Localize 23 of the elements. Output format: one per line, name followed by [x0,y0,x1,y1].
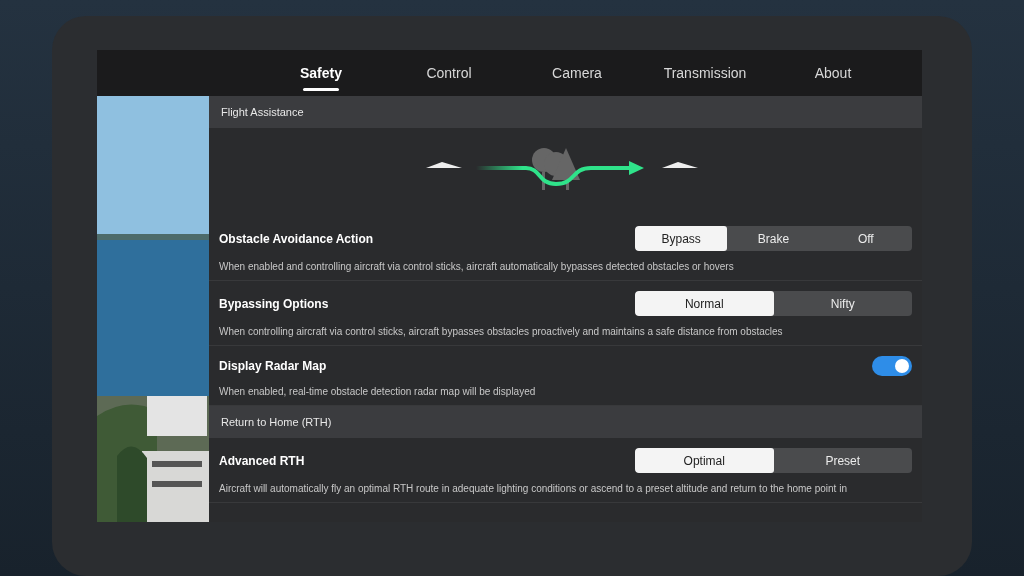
setting-description: When controlling aircraft via control sticks, aircraft bypasses obstacles proactively and maintains a safe distance from obstacles [219,326,784,337]
segment-option[interactable]: Optimal [635,448,774,473]
setting-label: Advanced RTH [219,453,305,468]
section-title: Return to Home (RTH) [221,416,332,428]
setting-description: Aircraft will automatically fly an optimal RTH route in adequate lighting conditions or ascend to a preset altitude and return to the home point in [219,483,848,494]
setting-description: When enabled, real-time obstacle detection radar map will be displayed [219,386,537,397]
tab[interactable]: Control [385,50,513,96]
setting-label: Obstacle Avoidance Action [219,231,374,246]
tab[interactable]: Safety [257,50,385,96]
setting-label: Bypassing Options [219,296,329,311]
toggle-switch[interactable] [872,356,912,376]
setting-label: Display Radar Map [219,359,327,373]
segment-option[interactable]: Brake [727,226,820,251]
segment-option[interactable]: Bypass [635,226,728,251]
section-title: Flight Assistance [221,106,304,118]
tab[interactable]: About [769,50,897,96]
segment-option[interactable]: Off [819,226,912,251]
segment-option[interactable]: Normal [635,291,774,316]
tab[interactable]: Camera [513,50,641,96]
setting-description: When enabled and controlling aircraft via control sticks, aircraft automatically bypasses detected obstacles or hovers [219,261,735,272]
segment-option[interactable]: Nifty [773,291,912,316]
tab[interactable]: Transmission [641,50,769,96]
segment-option[interactable]: Preset [773,448,912,473]
